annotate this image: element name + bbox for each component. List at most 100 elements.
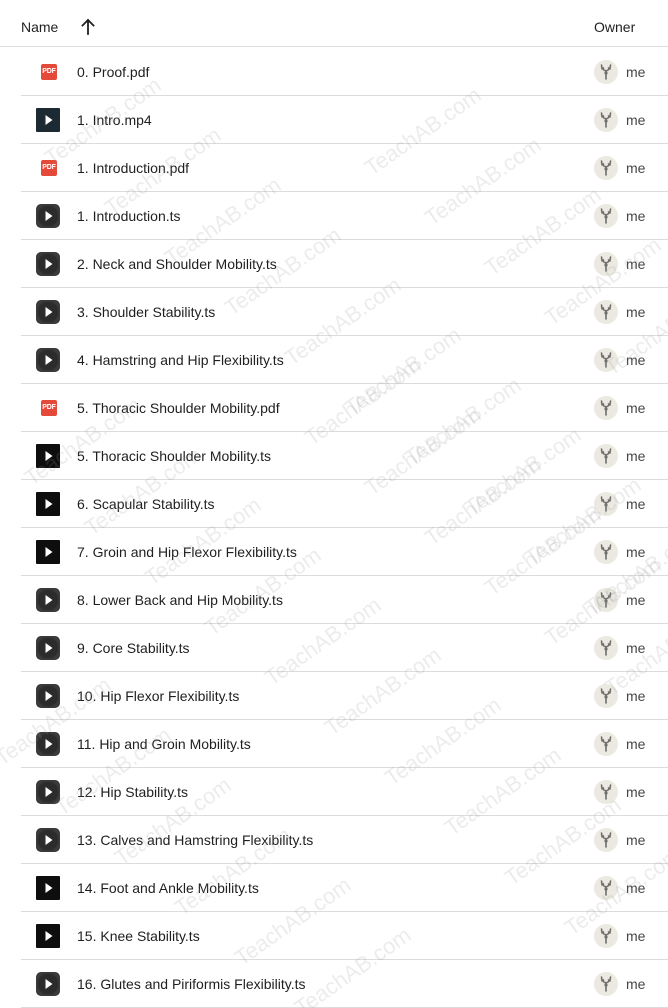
owner-avatar [594,780,618,804]
video-file-icon [36,972,60,996]
video-file-icon [36,444,60,468]
owner-name: me [626,112,646,128]
file-row[interactable]: 10. Hip Flexor Flexibility.ts me [21,672,668,720]
owner-name: me [626,736,646,752]
owner-avatar [594,684,618,708]
video-file-icon [36,684,60,708]
file-row[interactable]: 9. Core Stability.ts me [21,624,668,672]
file-name[interactable]: 8. Lower Back and Hip Mobility.ts [77,592,283,608]
owner-avatar [594,876,618,900]
owner-avatar [594,396,618,420]
file-name[interactable]: 6. Scapular Stability.ts [77,496,214,512]
file-name[interactable]: 5. Thoracic Shoulder Mobility.pdf [77,400,280,416]
pdf-file-icon: PDF [41,160,57,176]
file-name[interactable]: 11. Hip and Groin Mobility.ts [77,736,251,752]
file-name[interactable]: 14. Foot and Ankle Mobility.ts [77,880,259,896]
video-file-icon [36,876,60,900]
video-file-icon [36,780,60,804]
owner-avatar [594,60,618,84]
owner-avatar [594,300,618,324]
file-row[interactable]: 15. Knee Stability.ts me [21,912,668,960]
video-file-icon [36,588,60,612]
owner-avatar [594,924,618,948]
file-row[interactable]: 14. Foot and Ankle Mobility.ts me [21,864,668,912]
owner-avatar [594,828,618,852]
file-row[interactable]: 4. Hamstring and Hip Flexibility.ts me [21,336,668,384]
video-file-icon [36,204,60,228]
owner-avatar [594,348,618,372]
file-row[interactable]: 11. Hip and Groin Mobility.ts me [21,720,668,768]
file-name[interactable]: 2. Neck and Shoulder Mobility.ts [77,256,277,272]
owner-name: me [626,640,646,656]
file-row[interactable]: 1. Introduction.ts me [21,192,668,240]
file-row[interactable]: 1. Intro.mp4 me [21,96,668,144]
owner-name: me [626,448,646,464]
file-row[interactable]: 12. Hip Stability.ts me [21,768,668,816]
file-name[interactable]: 15. Knee Stability.ts [77,928,200,944]
file-name[interactable]: 1. Introduction.ts [77,208,181,224]
file-name[interactable]: 9. Core Stability.ts [77,640,190,656]
file-row[interactable]: 16. Glutes and Piriformis Flexibility.ts… [21,960,668,1008]
owner-avatar [594,636,618,660]
name-column-header[interactable]: Name [21,19,58,35]
list-header: Name Owner [0,0,668,47]
owner-avatar [594,108,618,132]
file-row[interactable]: PDF 5. Thoracic Shoulder Mobility.pdf me [21,384,668,432]
file-name[interactable]: 4. Hamstring and Hip Flexibility.ts [77,352,284,368]
video-file-icon [36,732,60,756]
owner-name: me [626,304,646,320]
file-name[interactable]: 13. Calves and Hamstring Flexibility.ts [77,832,313,848]
file-row[interactable]: PDF 1. Introduction.pdf me [21,144,668,192]
owner-avatar [594,204,618,228]
file-row[interactable]: 7. Groin and Hip Flexor Flexibility.ts me [21,528,668,576]
file-row[interactable]: 8. Lower Back and Hip Mobility.ts me [21,576,668,624]
owner-name: me [626,832,646,848]
file-list: PDF 0. Proof.pdf me 1. Intro.mp4 me PDF 1. Int… [0,48,668,1008]
owner-avatar [594,444,618,468]
owner-name: me [626,784,646,800]
file-row[interactable]: 3. Shoulder Stability.ts me [21,288,668,336]
owner-avatar [594,156,618,180]
arrow-upward-icon[interactable] [80,18,96,36]
video-file-icon [36,924,60,948]
file-list-page: Name Owner PDF 0. Proof.pdf me 1. Intro.mp4… [0,0,668,1008]
owner-name: me [626,592,646,608]
file-row[interactable]: 6. Scapular Stability.ts me [21,480,668,528]
owner-name: me [626,256,646,272]
video-file-icon [36,108,60,132]
owner-name: me [626,400,646,416]
file-row[interactable]: PDF 0. Proof.pdf me [21,48,668,96]
owner-avatar [594,540,618,564]
video-file-icon [36,636,60,660]
video-file-icon [36,540,60,564]
file-name[interactable]: 0. Proof.pdf [77,64,149,80]
video-file-icon [36,492,60,516]
owner-name: me [626,880,646,896]
owner-name: me [626,352,646,368]
file-row[interactable]: 13. Calves and Hamstring Flexibility.ts m… [21,816,668,864]
owner-avatar [594,492,618,516]
file-name[interactable]: 16. Glutes and Piriformis Flexibility.ts [77,976,305,992]
pdf-file-icon: PDF [41,400,57,416]
file-name[interactable]: 10. Hip Flexor Flexibility.ts [77,688,239,704]
owner-name: me [626,976,646,992]
file-row[interactable]: 5. Thoracic Shoulder Mobility.ts me [21,432,668,480]
file-name[interactable]: 3. Shoulder Stability.ts [77,304,215,320]
pdf-file-icon: PDF [41,64,57,80]
file-name[interactable]: 1. Introduction.pdf [77,160,189,176]
file-name[interactable]: 5. Thoracic Shoulder Mobility.ts [77,448,271,464]
video-file-icon [36,252,60,276]
owner-name: me [626,688,646,704]
owner-avatar [594,252,618,276]
video-file-icon [36,300,60,324]
owner-name: me [626,544,646,560]
owner-column-header[interactable]: Owner [594,19,635,35]
file-name[interactable]: 12. Hip Stability.ts [77,784,188,800]
file-name[interactable]: 7. Groin and Hip Flexor Flexibility.ts [77,544,297,560]
owner-name: me [626,64,646,80]
file-name[interactable]: 1. Intro.mp4 [77,112,152,128]
file-row[interactable]: 2. Neck and Shoulder Mobility.ts me [21,240,668,288]
video-file-icon [36,348,60,372]
video-file-icon [36,828,60,852]
owner-name: me [626,208,646,224]
